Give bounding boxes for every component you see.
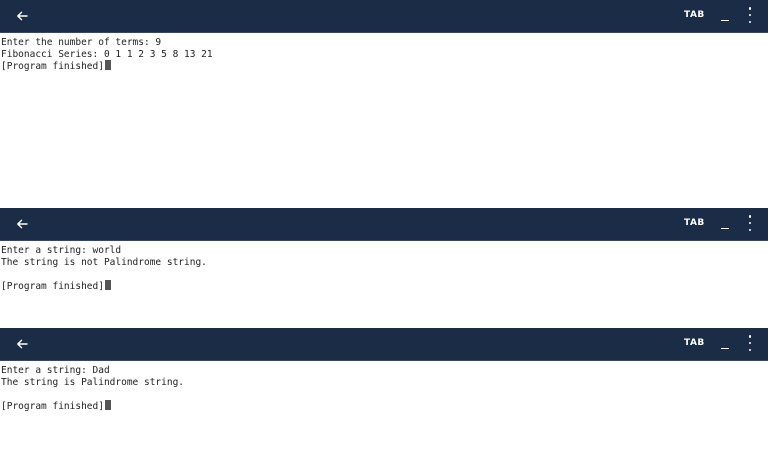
- minimize-icon[interactable]: [718, 334, 732, 352]
- back-button[interactable]: [10, 4, 34, 28]
- output-line: Fibonacci Series: 0 1 1 2 3 5 8 13 21: [1, 48, 213, 60]
- output-line: [Program finished]: [1, 279, 768, 293]
- terminal-output[interactable]: Enter a string: world The string is not …: [0, 241, 768, 292]
- more-vert-icon[interactable]: [744, 335, 756, 351]
- terminal-toolbar: TAB: [0, 328, 768, 361]
- minimize-icon[interactable]: [718, 214, 732, 232]
- more-vert-icon[interactable]: [744, 215, 756, 231]
- back-button[interactable]: [10, 212, 34, 236]
- back-button[interactable]: [10, 332, 34, 356]
- program-finished-text: [Program finished]: [1, 61, 104, 72]
- tab-button[interactable]: TAB: [684, 10, 705, 20]
- text-cursor: [104, 60, 111, 70]
- arrow-left-icon: [17, 219, 28, 229]
- output-line: Enter the number of terms: 9: [1, 37, 162, 48]
- terminal-output[interactable]: Enter a string: Dad The string is Palind…: [0, 361, 768, 412]
- terminal-panel-3: TAB Enter a string: Dad The string is Pa…: [0, 328, 768, 452]
- output-line: Enter a string: Dad: [1, 365, 110, 376]
- tab-button[interactable]: TAB: [684, 338, 705, 348]
- output-line: The string is Palindrome string.: [1, 376, 185, 388]
- minimize-icon[interactable]: [718, 6, 732, 24]
- arrow-left-icon: [17, 11, 28, 21]
- text-cursor: [104, 399, 111, 410]
- output-line: The string is not Palindrome string.: [1, 256, 207, 268]
- terminal-output[interactable]: Enter the number of terms: 9 Fibonacci S…: [0, 33, 768, 73]
- terminal-toolbar: TAB: [0, 0, 768, 33]
- output-line: [Program finished]: [1, 399, 768, 413]
- output-line: [Program finished]: [1, 60, 768, 73]
- output-line: Enter a string: world: [1, 245, 122, 256]
- terminal-toolbar: TAB: [0, 208, 768, 241]
- text-cursor: [104, 279, 111, 290]
- terminal-panel-2: TAB Enter a string: world The string is …: [0, 208, 768, 328]
- program-finished-text: [Program finished]: [1, 280, 104, 292]
- more-vert-icon[interactable]: [744, 7, 756, 23]
- tab-button[interactable]: TAB: [684, 218, 705, 228]
- program-finished-text: [Program finished]: [1, 400, 104, 412]
- terminal-panel-1: TAB Enter the number of terms: 9 Fibonac…: [0, 0, 768, 208]
- arrow-left-icon: [17, 339, 28, 349]
